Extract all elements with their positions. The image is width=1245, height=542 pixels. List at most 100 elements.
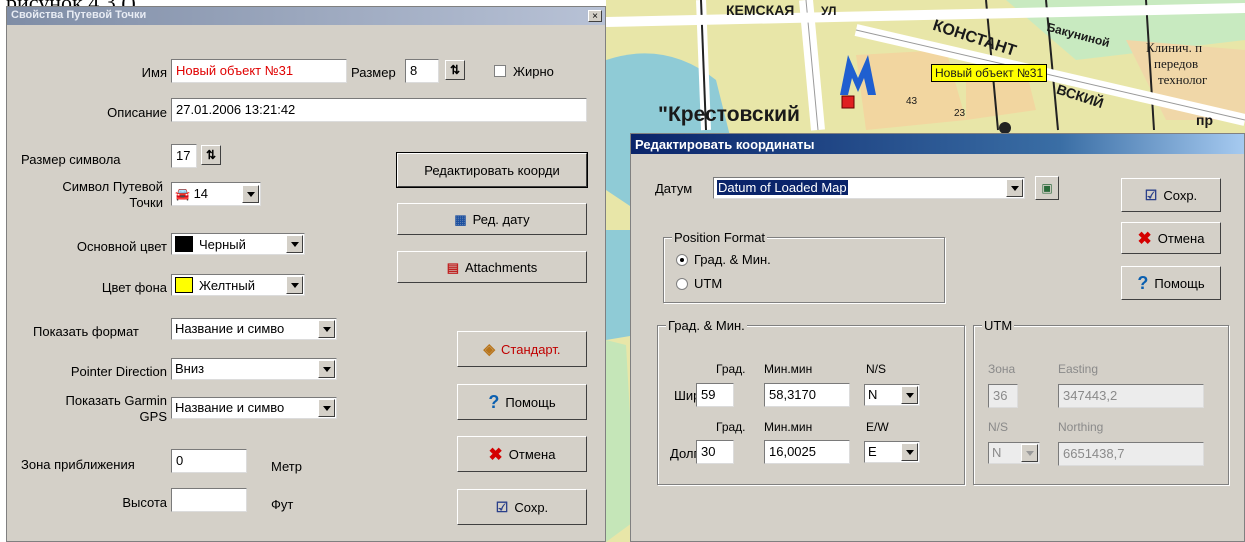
utm-group: UTM Зона Easting 36 347443,2 N/S Northin…	[973, 318, 1229, 485]
show-garmin-select[interactable]: Название и симво	[171, 397, 337, 419]
proximity-input[interactable]: 0	[171, 449, 247, 473]
utm-ns-label: N/S	[988, 420, 1009, 434]
longitude-degrees-input[interactable]: 30	[696, 440, 734, 464]
coords-cancel-button[interactable]: ✖ Отмена	[1121, 222, 1221, 254]
symbol-size-label: Размер символа	[21, 152, 121, 167]
utm-ns-value: N	[992, 445, 1002, 460]
utm-group-title: UTM	[982, 318, 1015, 333]
symbol-size-input[interactable]: 17	[171, 144, 197, 168]
datum-value: Datum of Loaded Map	[717, 180, 848, 195]
close-button[interactable]: ×	[588, 10, 602, 22]
map-place-label: технолог	[1158, 72, 1208, 87]
edit-coordinates-dialog: Редактировать координаты Датум Datum of …	[630, 133, 1245, 542]
waypoint-symbol-select[interactable]: 🚘 14	[171, 182, 261, 206]
save-label: Сохр.	[514, 499, 549, 515]
save-check-icon: ☑	[1144, 187, 1158, 203]
description-input[interactable]: 27.01.2006 13:21:42	[171, 98, 587, 122]
main-color-swatch	[175, 236, 193, 252]
map-station-label: "Крестовский	[658, 103, 800, 126]
size-input[interactable]: 8	[405, 59, 439, 83]
map-waypoint-label[interactable]: Новый объект №31	[931, 64, 1048, 82]
edit-coordinates-button[interactable]: Редактировать коорди	[396, 152, 588, 188]
chevron-down-icon[interactable]	[286, 276, 303, 294]
waypoint-symbol-value: 14	[193, 186, 209, 201]
radio-deg-min-label: Град. & Мин.	[694, 252, 771, 267]
standard-button[interactable]: ◈ Стандарт.	[457, 331, 587, 367]
map-street-label: КЕМСКАЯ	[726, 2, 795, 18]
longitude-ew-select[interactable]: E	[864, 441, 920, 463]
datum-settings-button[interactable]: ▣	[1035, 176, 1059, 200]
show-garmin-label-line1: Показать Garmin	[65, 393, 168, 408]
latitude-ns-value: N	[868, 387, 878, 402]
radio-deg-min[interactable]	[676, 254, 688, 266]
waypoint-properties-dialog: Свойства Путевой Точки × Имя Новый объек…	[6, 6, 606, 542]
proximity-label: Зона приближения	[21, 457, 135, 472]
radio-utm[interactable]	[676, 278, 688, 290]
attachments-button[interactable]: ▤ Attachments	[397, 251, 587, 283]
chevron-down-icon[interactable]	[1021, 444, 1038, 462]
attachment-document-icon: ▤	[446, 259, 460, 275]
waypoint-symbol-label-line2: Точки	[129, 195, 163, 210]
show-format-value: Название и симво	[175, 321, 285, 336]
col-ew-label: E/W	[866, 420, 889, 434]
spinner-arrows-icon: ⇅	[449, 63, 461, 77]
altitude-input[interactable]	[171, 488, 247, 512]
altitude-unit: Фут	[271, 497, 294, 512]
utm-northing-input[interactable]: 6651438,7	[1058, 442, 1204, 466]
chevron-down-icon[interactable]	[901, 386, 918, 404]
name-input[interactable]: Новый объект №31	[171, 59, 347, 83]
position-format-title: Position Format	[672, 230, 768, 245]
bold-checkbox[interactable]	[494, 65, 506, 77]
coords-dialog-titlebar[interactable]: Редактировать координаты	[631, 134, 1244, 154]
cancel-button[interactable]: ✖ Отмена	[457, 436, 587, 472]
latitude-minutes-input[interactable]: 58,3170	[764, 383, 850, 407]
waypoint-dialog-titlebar[interactable]: Свойства Путевой Точки ×	[7, 7, 605, 25]
main-color-select[interactable]: Черный	[171, 233, 305, 255]
latitude-degrees-input[interactable]: 59	[696, 383, 734, 407]
chevron-down-icon[interactable]	[318, 360, 335, 378]
chevron-down-icon[interactable]	[901, 443, 918, 461]
map-street-label: УЛ	[821, 4, 837, 18]
bg-color-value: Желтный	[199, 278, 255, 293]
chevron-down-icon[interactable]	[318, 320, 335, 338]
utm-zone-input[interactable]: 36	[988, 384, 1018, 408]
map-house-number: 23	[954, 108, 966, 119]
datum-select[interactable]: Datum of Loaded Map	[713, 177, 1025, 199]
spinner-arrows-icon: ⇅	[205, 148, 217, 162]
chevron-down-icon[interactable]	[242, 185, 259, 203]
latitude-ns-select[interactable]: N	[864, 384, 920, 406]
size-spinner[interactable]: ⇅	[445, 60, 465, 80]
show-format-select[interactable]: Название и симво	[171, 318, 337, 340]
cancel-x-icon: ✖	[1137, 228, 1152, 248]
pointer-direction-value: Вниз	[175, 361, 205, 376]
attachments-label: Attachments	[465, 259, 538, 275]
chevron-down-icon[interactable]	[318, 399, 335, 417]
pointer-direction-select[interactable]: Вниз	[171, 358, 337, 380]
edit-date-button[interactable]: ▦ Ред. дату	[397, 203, 587, 235]
chevron-down-icon[interactable]	[1006, 179, 1023, 197]
position-format-group: Position Format Град. & Мин. UTM	[663, 230, 945, 303]
main-color-value: Черный	[199, 237, 246, 252]
help-button[interactable]: ? Помощь	[457, 384, 587, 420]
chevron-down-icon[interactable]	[286, 235, 303, 253]
standard-icon: ◈	[483, 340, 496, 358]
utm-ns-select[interactable]: N	[988, 442, 1040, 464]
symbol-size-spinner[interactable]: ⇅	[201, 145, 221, 165]
map-settings-icon: ▣	[1041, 181, 1053, 195]
bg-color-swatch	[175, 277, 193, 293]
bg-color-select[interactable]: Желтный	[171, 274, 305, 296]
calendar-icon: ▦	[454, 211, 467, 227]
longitude-ew-value: E	[868, 444, 877, 459]
longitude-minutes-input[interactable]: 16,0025	[764, 440, 850, 464]
size-label: Размер	[351, 65, 396, 80]
cancel-label: Отмена	[508, 446, 556, 462]
utm-easting-input[interactable]: 347443,2	[1058, 384, 1204, 408]
main-color-label: Основной цвет	[76, 239, 167, 254]
save-button[interactable]: ☑ Сохр.	[457, 489, 587, 525]
col-min-label-2: Мин.мин	[764, 420, 813, 434]
coords-save-button[interactable]: ☑ Сохр.	[1121, 178, 1221, 212]
cancel-x-icon: ✖	[488, 444, 503, 464]
coords-help-button[interactable]: ? Помощь	[1121, 266, 1221, 300]
bg-color-label: Цвет фона	[101, 280, 167, 295]
deg-min-group: Град. & Мин. Град. Мин.мин N/S Шир 59 58…	[657, 318, 965, 485]
